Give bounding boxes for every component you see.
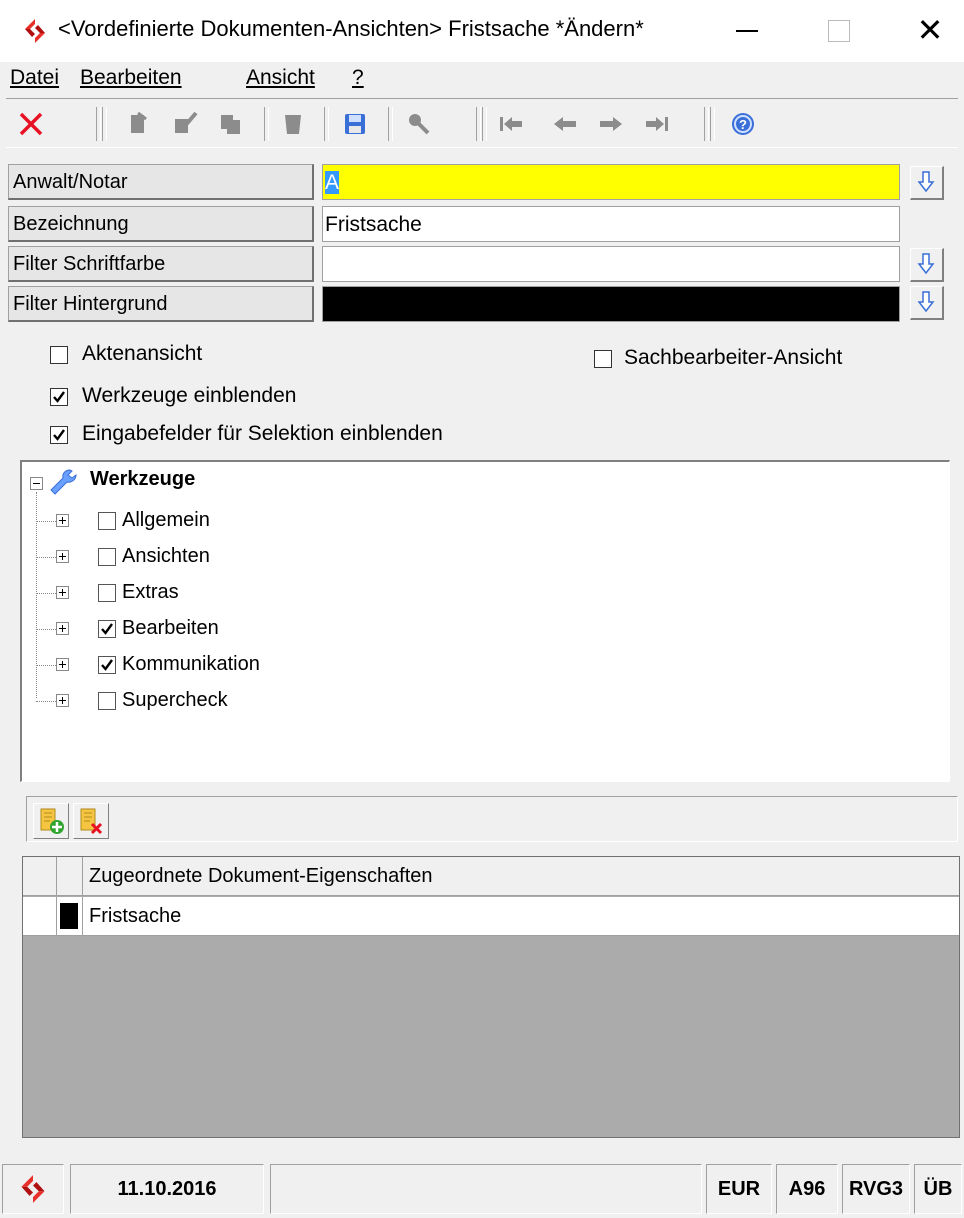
title-bar: <Vordefinierte Dokumenten-Ansichten> Fri… xyxy=(0,0,964,62)
close-button[interactable]: ✕ xyxy=(910,10,950,50)
status-currency: EUR xyxy=(706,1164,772,1214)
checkmark-icon xyxy=(101,659,113,671)
grid-column-header[interactable]: Zugeordnete Dokument-Eigenschaften xyxy=(83,857,959,895)
search-icon[interactable] xyxy=(404,109,434,139)
menu-help[interactable]: ? xyxy=(352,66,364,90)
tree-item-bearbeiten[interactable]: Bearbeiten xyxy=(122,617,219,640)
next-record-icon[interactable] xyxy=(596,109,626,139)
add-document-property-button[interactable] xyxy=(33,803,69,839)
arrow-down-icon xyxy=(917,291,935,313)
row-indicator[interactable] xyxy=(23,897,57,935)
tree-item-allgemein[interactable]: Allgemein xyxy=(122,509,210,532)
grid-header-row: Zugeordnete Dokument-Eigenschaften xyxy=(23,857,959,896)
tree-checkbox-allgemein[interactable] xyxy=(98,512,116,530)
expand-toggle-supercheck[interactable] xyxy=(56,694,69,707)
checkmark-icon xyxy=(53,429,65,441)
bezeichnung-label: Bezeichnung xyxy=(8,206,314,242)
tree-checkbox-bearbeiten[interactable] xyxy=(98,620,116,638)
anwalt-lookup-button[interactable] xyxy=(910,166,944,200)
last-record-icon[interactable] xyxy=(642,109,672,139)
werkzeuge-checkbox[interactable] xyxy=(50,388,68,406)
tools-tree[interactable]: Werkzeuge Allgemein Ansichten Extras Bea… xyxy=(20,460,950,782)
row-label[interactable]: Fristsache xyxy=(83,897,959,935)
edit-icon[interactable] xyxy=(170,109,200,139)
status-a96: A96 xyxy=(776,1164,838,1214)
schriftfarbe-field[interactable] xyxy=(322,246,900,282)
status-ub: ÜB xyxy=(914,1164,962,1214)
sachbearbeiter-checkbox[interactable] xyxy=(594,350,612,368)
toolbar: ? xyxy=(6,98,958,148)
hintergrund-label: Filter Hintergrund xyxy=(8,286,314,322)
document-properties-grid: Zugeordnete Dokument-Eigenschaften Frist… xyxy=(22,856,960,1138)
copy-icon[interactable] xyxy=(216,109,246,139)
tree-checkbox-kommunikation[interactable] xyxy=(98,656,116,674)
menu-bar: Datei Bearbeiten Ansicht ? xyxy=(0,62,964,96)
menu-bearbeiten[interactable]: Bearbeiten xyxy=(80,66,182,90)
arrow-down-icon xyxy=(917,171,935,193)
anwalt-value: A xyxy=(325,171,340,194)
checkmark-icon xyxy=(101,623,113,635)
hintergrund-field[interactable] xyxy=(322,286,900,322)
checkmark-icon xyxy=(53,391,65,403)
minimize-button[interactable] xyxy=(736,30,758,32)
app-logo-icon xyxy=(21,1175,45,1203)
tree-item-ansichten[interactable]: Ansichten xyxy=(122,545,210,568)
delete-icon[interactable] xyxy=(278,109,308,139)
row-color-swatch xyxy=(60,903,78,929)
tree-root-label: Werkzeuge xyxy=(90,468,196,490)
status-rvg: RVG3 xyxy=(842,1164,910,1214)
expand-toggle-kommunikation[interactable] xyxy=(56,658,69,671)
new-icon[interactable] xyxy=(124,109,154,139)
remove-document-property-button[interactable] xyxy=(73,803,109,839)
help-icon[interactable]: ? xyxy=(728,109,758,139)
tree-item-supercheck[interactable]: Supercheck xyxy=(122,689,228,712)
tree-item-extras[interactable]: Extras xyxy=(122,581,179,604)
add-document-icon xyxy=(40,808,64,834)
expand-toggle-extras[interactable] xyxy=(56,586,69,599)
collapse-toggle[interactable] xyxy=(30,477,43,490)
status-date: 11.10.2016 xyxy=(70,1164,264,1214)
werkzeuge-label: Werkzeuge einblenden xyxy=(82,384,297,407)
svg-text:?: ? xyxy=(739,117,747,132)
expand-toggle-bearbeiten[interactable] xyxy=(56,622,69,635)
cancel-icon[interactable] xyxy=(16,109,46,139)
app-logo-icon xyxy=(25,19,45,43)
tree-item-kommunikation[interactable]: Kommunikation xyxy=(122,653,260,676)
schriftfarbe-lookup-button[interactable] xyxy=(910,248,944,282)
tree-checkbox-supercheck[interactable] xyxy=(98,692,116,710)
sachbearbeiter-label: Sachbearbeiter-Ansicht xyxy=(624,346,843,369)
hintergrund-lookup-button[interactable] xyxy=(910,286,944,320)
maximize-button[interactable] xyxy=(828,20,850,42)
tree-checkbox-extras[interactable] xyxy=(98,584,116,602)
menu-ansicht[interactable]: Ansicht xyxy=(246,66,315,90)
schriftfarbe-label: Filter Schriftfarbe xyxy=(8,246,314,282)
aktenansicht-label: Aktenansicht xyxy=(82,342,203,365)
document-toolbar xyxy=(26,796,958,842)
window-title: <Vordefinierte Dokumenten-Ansichten> Fri… xyxy=(58,16,644,41)
wrench-icon xyxy=(50,469,77,495)
tree-checkbox-ansichten[interactable] xyxy=(98,548,116,566)
anwalt-field[interactable]: A xyxy=(322,164,900,200)
save-icon[interactable] xyxy=(340,109,370,139)
anwalt-label: Anwalt/Notar xyxy=(8,164,314,200)
aktenansicht-checkbox[interactable] xyxy=(50,346,68,364)
menu-datei[interactable]: Datei xyxy=(10,66,59,90)
status-bar: 11.10.2016 EUR A96 RVG3 ÜB xyxy=(0,1160,964,1218)
expand-toggle-allgemein[interactable] xyxy=(56,514,69,527)
remove-document-icon xyxy=(80,808,103,835)
bezeichnung-field[interactable]: Fristsache xyxy=(322,206,900,242)
expand-toggle-ansichten[interactable] xyxy=(56,550,69,563)
eingabefelder-checkbox[interactable] xyxy=(50,426,68,444)
arrow-down-icon xyxy=(917,253,935,275)
status-logo-panel xyxy=(2,1164,64,1214)
table-row[interactable]: Fristsache xyxy=(23,897,959,936)
status-message xyxy=(270,1164,702,1214)
eingabefelder-label: Eingabefelder für Selektion einblenden xyxy=(82,422,443,445)
previous-record-icon[interactable] xyxy=(550,109,580,139)
first-record-icon[interactable] xyxy=(496,109,526,139)
